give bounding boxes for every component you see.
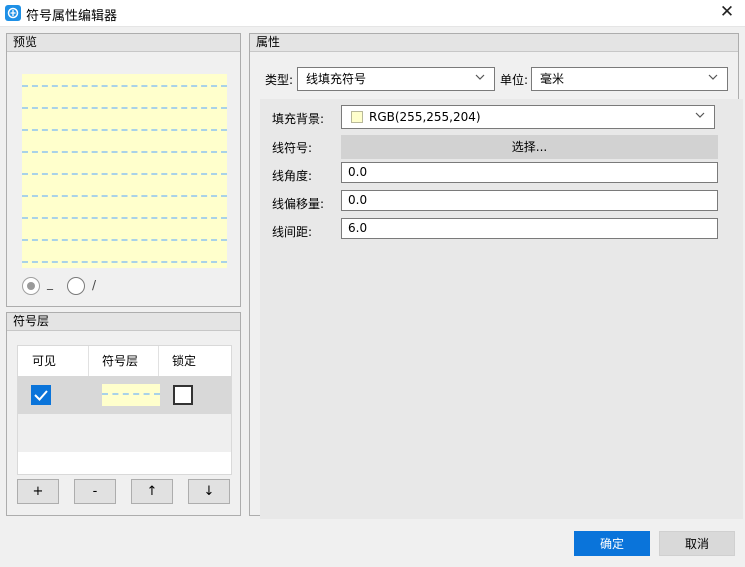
type-label: 类型: [265, 73, 294, 87]
symbol-layer-header: 符号层 [7, 313, 240, 331]
col-locked: 锁定 [172, 354, 197, 368]
chevron-down-icon [475, 74, 485, 80]
line-offset-label: 线偏移量: [272, 197, 325, 211]
fill-background-select[interactable]: RGB(255,255,204) [341, 105, 715, 129]
property-editor-area: 填充背景: RGB(255,255,204) 线符号: 选择... 线角度: 0… [260, 99, 743, 519]
fill-bg-label: 填充背景: [272, 112, 325, 126]
move-up-button[interactable]: ↑ [131, 479, 173, 504]
chevron-down-icon [695, 112, 705, 118]
preview-canvas [22, 74, 227, 268]
chevron-down-icon [708, 74, 718, 80]
app-logo-icon [5, 5, 21, 21]
radio-diagonal-line[interactable] [67, 277, 85, 295]
line-spacing-input[interactable]: 6.0 [341, 218, 718, 239]
table-row-empty [18, 452, 231, 474]
preview-panel: 预览 _ / [6, 33, 241, 307]
unit-value: 毫米 [540, 72, 565, 86]
move-down-button[interactable]: ↓ [188, 479, 230, 504]
symbol-layer-grid: 可见 符号层 锁定 [17, 345, 232, 475]
layer-symbol-swatch [102, 384, 160, 406]
fill-color-swatch [351, 111, 363, 123]
add-layer-button[interactable]: + [17, 479, 59, 504]
cancel-button[interactable]: 取消 [659, 531, 735, 556]
unit-select[interactable]: 毫米 [531, 67, 728, 91]
visible-checkbox[interactable] [31, 385, 51, 405]
line-spacing-label: 线间距: [272, 225, 313, 239]
line-angle-label: 线角度: [272, 169, 313, 183]
table-row-empty [18, 414, 231, 452]
window-title: 符号属性编辑器 [26, 9, 118, 24]
line-symbol-label: 线符号: [272, 141, 313, 155]
title-bar: 符号属性编辑器 ✕ [0, 0, 745, 27]
table-row[interactable] [18, 376, 231, 414]
ok-button[interactable]: 确定 [574, 531, 650, 556]
line-offset-input[interactable]: 0.0 [341, 190, 718, 211]
remove-layer-button[interactable]: - [74, 479, 116, 504]
symbol-layer-panel: 符号层 可见 符号层 锁定 + - ↑ ↓ [6, 312, 241, 516]
radio-diagonal-label: / [92, 278, 97, 292]
unit-label: 单位: [500, 73, 529, 87]
type-value: 线填充符号 [306, 72, 367, 86]
col-symbol-layer: 符号层 [102, 354, 139, 368]
preview-header: 预览 [7, 34, 240, 52]
properties-header: 属性 [250, 34, 738, 52]
properties-panel: 属性 类型: 线填充符号 单位: 毫米 填充背景: RGB(255,255,20… [249, 33, 743, 519]
fill-bg-value: RGB(255,255,204) [369, 110, 481, 124]
line-angle-input[interactable]: 0.0 [341, 162, 718, 183]
type-select[interactable]: 线填充符号 [297, 67, 495, 91]
lock-checkbox[interactable] [173, 385, 193, 405]
close-icon[interactable]: ✕ [717, 2, 737, 22]
radio-horizontal-label: _ [47, 276, 53, 290]
choose-line-symbol-button[interactable]: 选择... [341, 135, 718, 159]
col-visible: 可见 [32, 354, 57, 368]
radio-horizontal-line[interactable] [22, 277, 40, 295]
